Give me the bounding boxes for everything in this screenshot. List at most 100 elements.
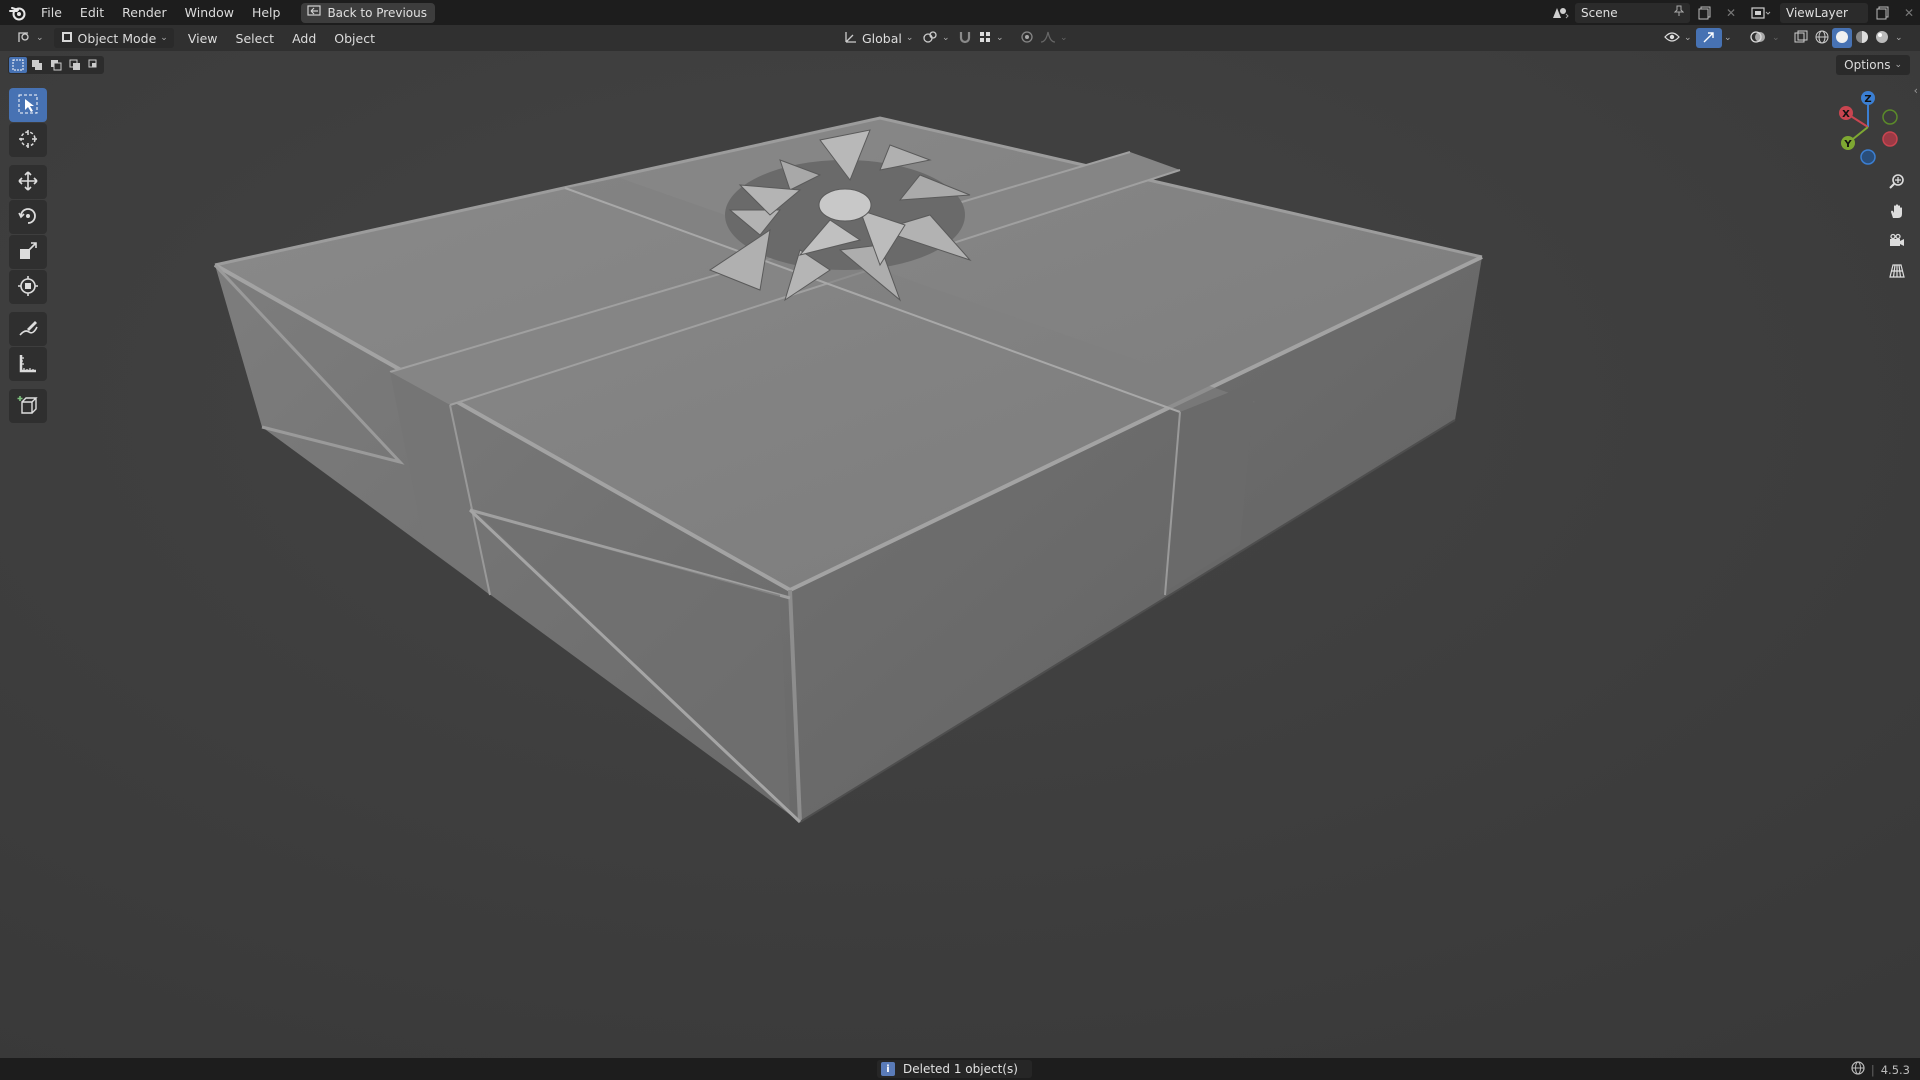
menu-window[interactable]: Window bbox=[176, 0, 243, 25]
visibility-dropdown[interactable]: ⌄ bbox=[1658, 28, 1698, 48]
status-message: Deleted 1 object(s) bbox=[903, 1062, 1018, 1076]
selection-mode-strip bbox=[8, 56, 104, 74]
add-cube-tool[interactable] bbox=[9, 389, 47, 423]
shading-solid[interactable] bbox=[1832, 28, 1852, 48]
delete-view-layer-icon[interactable]: ✕ bbox=[1898, 3, 1920, 23]
tool-shelf bbox=[9, 88, 47, 424]
magnet-icon bbox=[958, 30, 972, 47]
back-screen-icon bbox=[307, 5, 322, 20]
blender-logo-icon[interactable] bbox=[4, 0, 32, 25]
move-icon bbox=[17, 170, 39, 195]
pivot-icon bbox=[922, 30, 938, 47]
status-report[interactable]: i Deleted 1 object(s) bbox=[877, 1060, 1032, 1078]
snap-grid-icon bbox=[978, 30, 992, 47]
overlays-icon bbox=[1750, 30, 1766, 47]
menu-object[interactable]: Object bbox=[328, 28, 381, 48]
sidebar-toggle-arrow[interactable]: ‹ bbox=[1914, 84, 1918, 97]
scene-name-field[interactable]: Scene bbox=[1575, 2, 1690, 23]
menu-select[interactable]: Select bbox=[230, 28, 281, 48]
shading-wireframe[interactable] bbox=[1812, 28, 1832, 48]
shading-dropdown[interactable]: ⌄ bbox=[1892, 28, 1906, 48]
cursor-icon bbox=[17, 128, 39, 153]
rotate-tool[interactable] bbox=[9, 200, 47, 234]
eye-icon bbox=[1664, 31, 1680, 46]
menu-edit[interactable]: Edit bbox=[71, 0, 113, 25]
perspective-toggle-button[interactable] bbox=[1884, 259, 1910, 285]
pin-icon[interactable] bbox=[1673, 5, 1685, 20]
rendered-sphere-icon bbox=[1875, 30, 1889, 47]
chevron-down-icon: ⌄ bbox=[160, 33, 168, 43]
object-mode-icon bbox=[60, 30, 74, 47]
viewport-header: ⌄ Object Mode ⌄ View Select Add Object G… bbox=[0, 25, 1920, 51]
shading-rendered[interactable] bbox=[1872, 28, 1892, 48]
menu-render[interactable]: Render bbox=[113, 0, 176, 25]
chevron-down-icon: ⌄ bbox=[1724, 33, 1732, 43]
material-sphere-icon bbox=[1855, 30, 1869, 47]
select-box-tool[interactable] bbox=[9, 88, 47, 122]
back-to-previous-label: Back to Previous bbox=[327, 5, 427, 20]
gizmo-dropdown[interactable]: ⌄ bbox=[1718, 28, 1738, 48]
wireframe-sphere-icon bbox=[1815, 30, 1829, 47]
shading-material[interactable] bbox=[1852, 28, 1872, 48]
object-mode-dropdown[interactable]: Object Mode ⌄ bbox=[53, 28, 174, 48]
menu-help[interactable]: Help bbox=[243, 0, 290, 25]
top-menu-bar: File Edit Render Window Help Back to Pre… bbox=[0, 0, 1920, 25]
workspace-selectors: Scene ✕ ViewLayer ✕ bbox=[1549, 0, 1920, 25]
editor-type-button[interactable]: ⌄ bbox=[10, 28, 50, 48]
menu-add[interactable]: Add bbox=[286, 28, 322, 48]
measure-tool[interactable] bbox=[9, 347, 47, 381]
status-bar: i Deleted 1 object(s) | 4.5.3 bbox=[0, 1058, 1920, 1080]
info-icon: i bbox=[881, 1062, 895, 1076]
navigation-gizmo[interactable]: Z X Y bbox=[1830, 87, 1910, 167]
annotate-tool[interactable] bbox=[9, 312, 47, 346]
view-layer-type-icon[interactable] bbox=[1746, 3, 1776, 23]
view-layer-field[interactable]: ViewLayer bbox=[1780, 2, 1868, 23]
select-intersect-icon[interactable] bbox=[85, 57, 103, 73]
chevron-down-icon: ⌄ bbox=[1772, 33, 1780, 43]
transform-icon bbox=[17, 275, 39, 300]
menu-view[interactable]: View bbox=[182, 28, 224, 48]
select-subtract-icon[interactable] bbox=[47, 57, 65, 73]
menu-file[interactable]: File bbox=[32, 0, 71, 25]
chevron-down-icon: ⌄ bbox=[996, 33, 1004, 43]
proportional-icon bbox=[1020, 30, 1034, 47]
scale-tool[interactable] bbox=[9, 235, 47, 269]
gizmo-neg-z[interactable] bbox=[1860, 149, 1876, 165]
camera-view-button[interactable] bbox=[1884, 229, 1910, 255]
pan-button[interactable] bbox=[1884, 199, 1910, 225]
snap-target-dropdown[interactable]: ⌄ bbox=[972, 28, 1010, 48]
xray-toggle[interactable] bbox=[1788, 28, 1814, 48]
annotate-icon bbox=[17, 317, 39, 342]
move-tool[interactable] bbox=[9, 165, 47, 199]
delete-scene-icon[interactable]: ✕ bbox=[1720, 3, 1742, 23]
back-to-previous-button[interactable]: Back to Previous bbox=[301, 2, 435, 23]
transform-orientation-dropdown[interactable]: Global ⌄ bbox=[838, 28, 919, 48]
select-invert-icon[interactable] bbox=[66, 57, 84, 73]
globe-icon[interactable] bbox=[1851, 1061, 1865, 1078]
gizmo-z-label: Z bbox=[1864, 94, 1871, 105]
scene-name: Scene bbox=[1581, 5, 1618, 20]
new-scene-icon[interactable] bbox=[1694, 3, 1716, 23]
new-view-layer-icon[interactable] bbox=[1872, 3, 1894, 23]
3d-viewport[interactable]: Options ⌄ ‹ Z X Y bbox=[0, 51, 1920, 1058]
chevron-down-icon: ⌄ bbox=[905, 33, 914, 43]
transform-orientation-label: Global bbox=[862, 30, 902, 46]
pivot-point-dropdown[interactable]: ⌄ bbox=[916, 28, 956, 48]
zoom-icon bbox=[1889, 173, 1905, 192]
overlays-dropdown[interactable]: ⌄ bbox=[1766, 28, 1786, 48]
cursor-tool[interactable] bbox=[9, 123, 47, 157]
camera-icon bbox=[1889, 233, 1905, 252]
perspective-grid-icon bbox=[1889, 263, 1905, 282]
scene-type-icon[interactable] bbox=[1549, 3, 1571, 23]
version-number: 4.5.3 bbox=[1880, 1062, 1910, 1077]
options-dropdown[interactable]: Options ⌄ bbox=[1836, 55, 1910, 75]
3d-viewport-icon bbox=[16, 30, 32, 47]
options-label: Options bbox=[1844, 58, 1891, 72]
gizmo-neg-x[interactable] bbox=[1882, 131, 1898, 147]
transform-tool[interactable] bbox=[9, 270, 47, 304]
gizmo-neg-y[interactable] bbox=[1882, 109, 1898, 125]
falloff-dropdown[interactable]: ⌄ bbox=[1034, 28, 1074, 48]
zoom-button[interactable] bbox=[1884, 169, 1910, 195]
select-new-icon[interactable] bbox=[9, 57, 27, 73]
select-extend-icon[interactable] bbox=[28, 57, 46, 73]
